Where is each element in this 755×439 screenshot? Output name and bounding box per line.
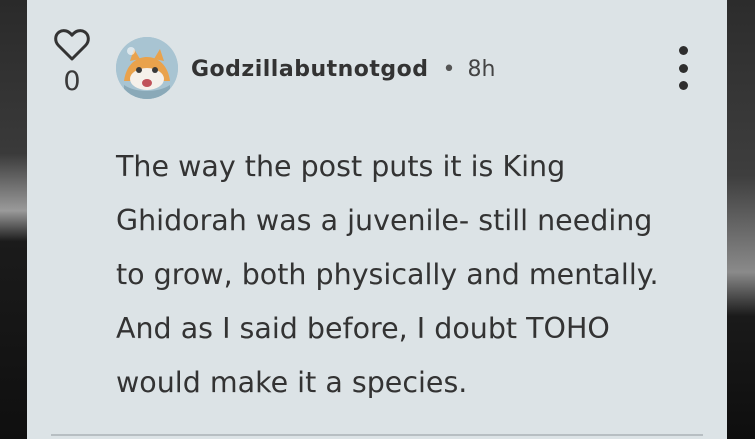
timestamp: 8h [467,56,496,82]
divider [51,434,703,436]
username-link[interactable]: Godzillabutnotgod [191,57,429,82]
background-left [0,0,28,439]
like-count: 0 [63,66,81,97]
comment-line: to grow, both physically and mentally. [116,258,659,291]
comment-line: Ghidorah was a juvenile- still needing [116,204,653,237]
more-options-icon[interactable] [673,46,693,90]
meta-separator: • [442,56,456,82]
comment-line: The way the post puts it is King [116,150,566,183]
like-column: 0 [51,28,93,97]
heart-icon[interactable] [53,28,91,62]
avatar[interactable] [116,37,178,99]
more-dot [678,81,688,90]
more-dot [678,63,688,73]
more-dot [678,46,688,55]
comment-body: The way the post puts it is King Ghidora… [116,140,706,410]
comment-meta: Godzillabutnotgod • 8h [191,52,495,86]
background-right [725,0,755,439]
comment-line: would make it a species. [116,366,468,399]
screen: 0 Godzillabutnotgod • 8h The way the pos… [0,0,755,439]
comment-card: 0 Godzillabutnotgod • 8h The way the pos… [27,0,727,439]
comment-line: And as I said before, I doubt TOHO [116,312,610,345]
